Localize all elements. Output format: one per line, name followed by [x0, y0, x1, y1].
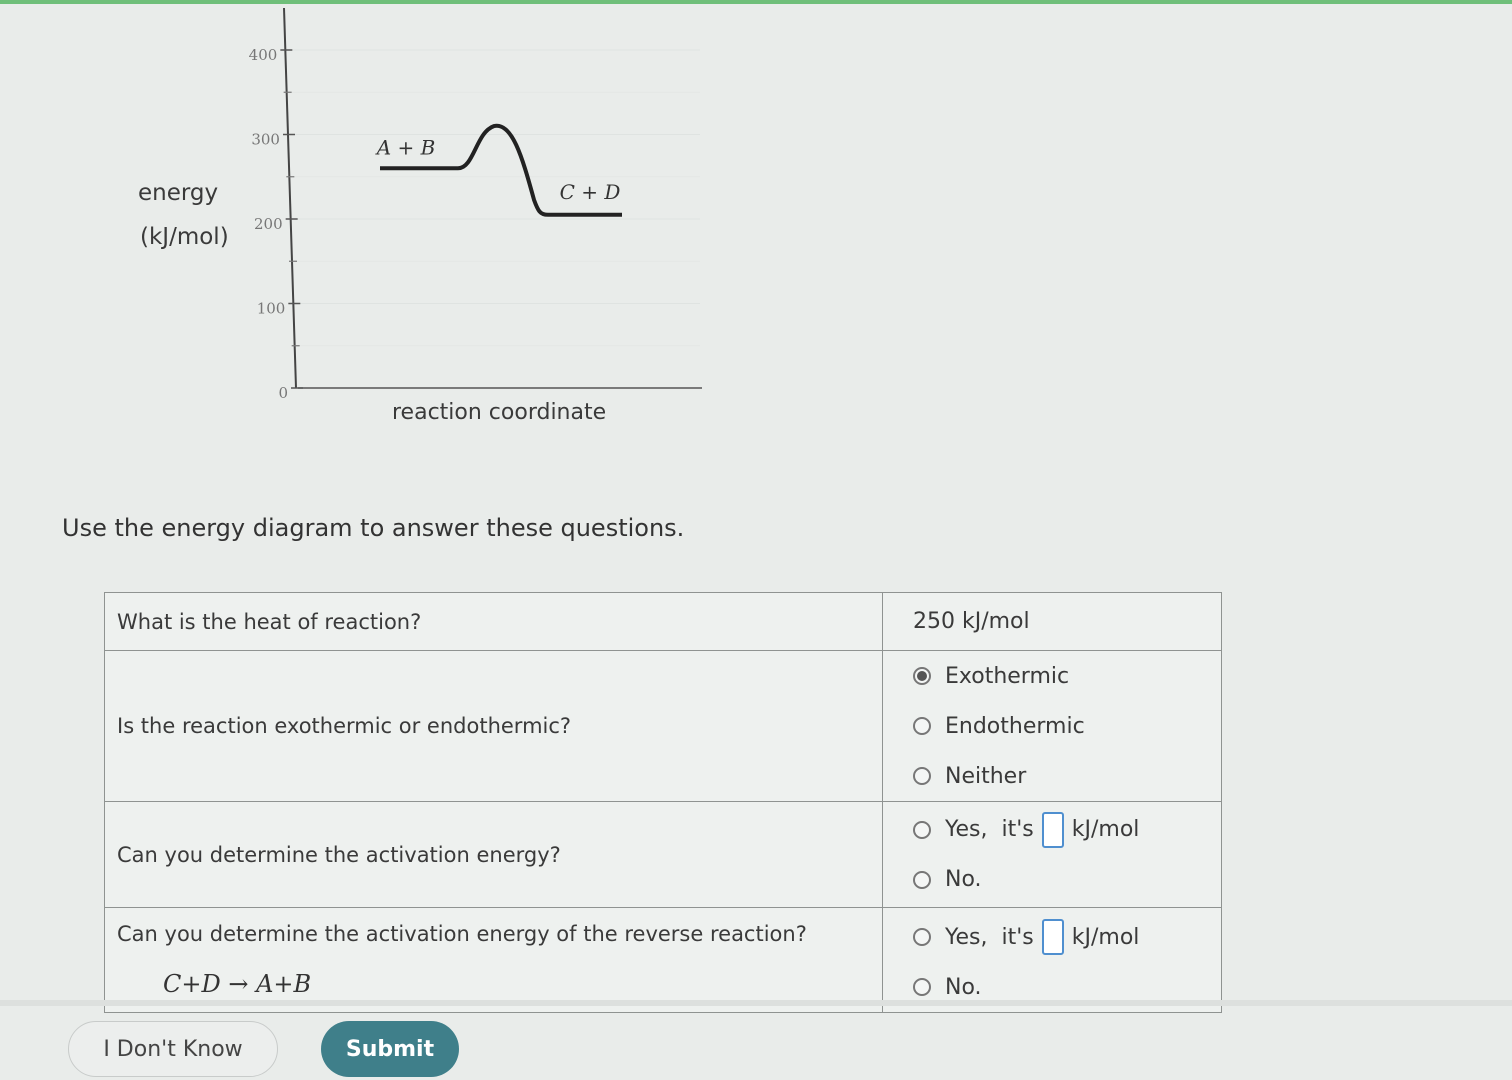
question-reverse-cell: Can you determine the activation energy …: [104, 907, 883, 1013]
question-heat-prompt: What is the heat of reaction?: [104, 592, 883, 651]
y-tick-label: 200: [254, 215, 283, 233]
option-exothermic[interactable]: Exothermic: [913, 651, 1209, 701]
i-dont-know-button[interactable]: I Don't Know: [68, 1021, 278, 1077]
option-neither-label: Neither: [945, 763, 1027, 789]
option-activation-no[interactable]: No.: [913, 855, 1209, 905]
question-activation-prompt: Can you determine the activation energy?: [104, 801, 883, 908]
y-axis-label-units: (kJ/mol): [140, 224, 229, 250]
footer-divider: [0, 1000, 1512, 1006]
radio-neither[interactable]: [913, 767, 931, 785]
reverse-activation-energy-input[interactable]: [1041, 919, 1064, 955]
radio-activation-no[interactable]: [913, 870, 931, 889]
y-tick-label: 0: [278, 384, 288, 402]
question-row-activation: Can you determine the activation energy?…: [104, 801, 1222, 908]
activation-no-label: No.: [945, 867, 982, 892]
question-exo-endo-prompt: Is the reaction exothermic or endothermi…: [104, 650, 883, 802]
radio-endothermic[interactable]: [913, 717, 931, 735]
option-activation-yes[interactable]: Yes, it's kJ/mol: [913, 805, 1209, 855]
activation-its-label: it's: [1001, 817, 1034, 842]
submit-button[interactable]: Submit: [321, 1021, 459, 1077]
option-endothermic-label: Endothermic: [945, 713, 1085, 739]
question-row-exo-endo: Is the reaction exothermic or endothermi…: [104, 650, 1222, 802]
reverse-yes-label: Yes,: [945, 924, 988, 950]
radio-exothermic[interactable]: [913, 667, 931, 685]
y-axis-line: [283, 7, 297, 389]
answer-heat-cell: 250 kJ/mol: [882, 592, 1222, 651]
reactants-label: A + B: [375, 135, 436, 159]
radio-reverse-yes[interactable]: [913, 928, 931, 946]
radio-reverse-no[interactable]: [913, 978, 931, 996]
reverse-reaction-equation: C+D → A+B: [163, 970, 312, 998]
y-tick-label: 100: [257, 300, 286, 318]
option-endothermic[interactable]: Endothermic: [913, 701, 1209, 751]
activation-energy-input[interactable]: [1041, 811, 1064, 848]
y-tick-label: 400: [249, 46, 278, 64]
question-reverse-prompt: Can you determine the activation energy …: [117, 922, 807, 946]
products-label: C + D: [560, 180, 621, 204]
questions-table: What is the heat of reaction? 250 kJ/mol…: [104, 592, 1222, 1013]
reverse-no-label: No.: [945, 974, 982, 1000]
x-axis-label: reaction coordinate: [392, 400, 607, 425]
question-row-reverse-activation: Can you determine the activation energy …: [104, 907, 1222, 1013]
answer-exo-endo-cell: Exothermic Endothermic Neither: [882, 650, 1222, 802]
energy-diagram: 0 100 200 300 400 A + BC + D energy (kJ/mol) …: [0, 0, 760, 450]
instructions-text: Use the energy diagram to answer these q…: [62, 514, 685, 542]
option-reverse-yes[interactable]: Yes, it's kJ/mol: [913, 912, 1209, 962]
answer-activation-cell: Yes, it's kJ/mol No.: [882, 801, 1222, 908]
reverse-unit-label: kJ/mol: [1071, 924, 1140, 950]
energy-diagram-plot: 0 100 200 300 400 A + B C + D: [249, 7, 702, 402]
y-axis-label-energy: energy: [138, 180, 219, 206]
activation-yes-label: Yes,: [945, 817, 988, 842]
radio-activation-yes[interactable]: [913, 820, 931, 839]
question-row-heat: What is the heat of reaction? 250 kJ/mol: [104, 592, 1222, 651]
option-exothermic-label: Exothermic: [945, 663, 1070, 689]
heat-of-reaction-value: 250 kJ/mol: [913, 609, 1030, 634]
reverse-its-label: it's: [1001, 924, 1034, 950]
y-tick-label: 300: [251, 131, 280, 149]
activation-unit-label: kJ/mol: [1071, 817, 1140, 842]
answer-reverse-cell: Yes, it's kJ/mol No.: [882, 907, 1222, 1013]
option-neither[interactable]: Neither: [913, 751, 1209, 801]
